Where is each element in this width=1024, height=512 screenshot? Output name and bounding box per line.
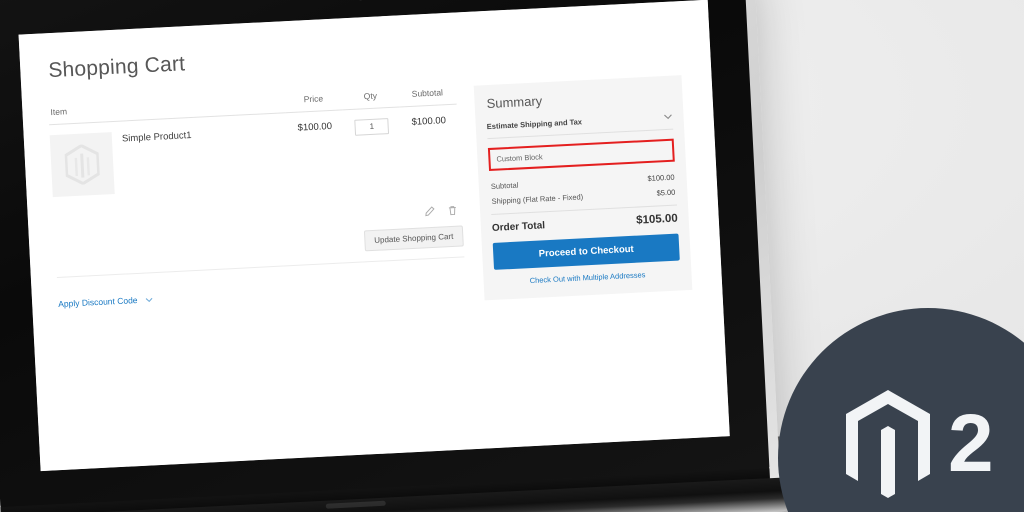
chevron-down-icon (145, 294, 153, 304)
magento-m-icon (846, 390, 930, 498)
summary-title: Summary (486, 93, 543, 112)
magento-placeholder-icon (64, 143, 101, 186)
cart-page: Shopping Cart Item Price Qty Subtotal Si… (18, 0, 730, 472)
cart-table-body: Simple Product1 $100.00 1 $100.00 (49, 104, 462, 236)
discount-section: Apply Discount Code (58, 273, 466, 312)
page-title: Shopping Cart (47, 52, 186, 83)
update-shopping-cart-button[interactable]: Update Shopping Cart (363, 225, 464, 252)
cart-footer: Update Shopping Cart (55, 225, 465, 279)
order-summary: Summary Estimate Shipping and Tax Custom… (473, 75, 693, 301)
summary-line-value: $100.00 (647, 172, 675, 184)
pencil-icon[interactable] (424, 206, 436, 218)
custom-block-highlight: Custom Block (487, 138, 675, 172)
product-subtotal: $100.00 (411, 115, 447, 128)
summary-line-value: $5.00 (656, 187, 676, 198)
apply-discount-code-toggle[interactable]: Apply Discount Code (58, 294, 153, 309)
order-total-row: Order Total $105.00 (491, 204, 679, 234)
product-name[interactable]: Simple Product1 (122, 128, 192, 145)
product-thumbnail[interactable] (49, 132, 115, 198)
trash-icon[interactable] (447, 205, 459, 217)
chevron-down-icon (663, 113, 672, 122)
scene: Shopping Cart Item Price Qty Subtotal Si… (0, 0, 1024, 512)
cell-item: Simple Product1 (49, 113, 289, 198)
laptop-screen: Shopping Cart Item Price Qty Subtotal Si… (18, 0, 730, 472)
order-total-label: Order Total (491, 220, 546, 234)
estimate-shipping-tax-label: Estimate Shipping and Tax (486, 117, 583, 132)
product-price: $100.00 (297, 120, 333, 134)
cell-subtotal: $100.00 (399, 104, 460, 179)
cart-layout: Item Price Qty Subtotal Simple Product1 … (48, 75, 693, 322)
cell-price: $100.00 (285, 110, 346, 185)
estimate-shipping-tax-toggle[interactable]: Estimate Shipping and Tax (486, 112, 674, 140)
summary-card: Summary Estimate Shipping and Tax Custom… (473, 75, 693, 301)
proceed-to-checkout-button[interactable]: Proceed to Checkout (492, 233, 680, 270)
magento2-badge-content: 2 (840, 386, 994, 502)
summary-line-label: Shipping (Flat Rate - Fixed) (491, 192, 584, 206)
cell-qty: 1 (343, 107, 403, 182)
checkout-multiple-addresses-link[interactable]: Check Out with Multiple Addresses (494, 268, 680, 286)
quantity-input[interactable]: 1 (354, 118, 390, 136)
summary-line-label: Subtotal (490, 180, 519, 191)
cart-table: Item Price Qty Subtotal Simple Product1 … (48, 86, 462, 236)
laptop-mockup: Shopping Cart Item Price Qty Subtotal Si… (0, 0, 794, 512)
magento-version-number: 2 (948, 398, 994, 489)
laptop-base-notch (325, 500, 386, 509)
apply-discount-code-label: Apply Discount Code (57, 294, 138, 309)
order-total-value: $105.00 (635, 212, 679, 227)
cart-main: Item Price Qty Subtotal Simple Product1 … (48, 86, 466, 312)
